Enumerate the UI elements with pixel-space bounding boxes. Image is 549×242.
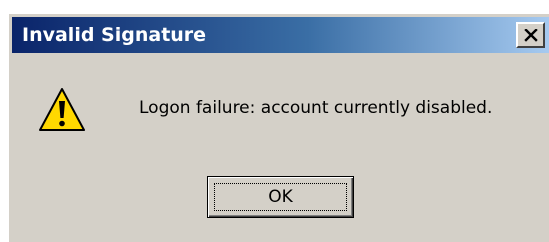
close-button[interactable] <box>516 22 545 48</box>
ok-button[interactable]: OK <box>207 176 354 218</box>
title-bar[interactable]: Invalid Signature <box>12 17 549 53</box>
error-message: Logon failure: account currently disable… <box>139 98 493 118</box>
error-dialog: Invalid Signature Logon failure: account… <box>8 13 549 242</box>
ok-button-label: OK <box>214 183 347 211</box>
window-title: Invalid Signature <box>22 24 207 46</box>
close-icon <box>523 28 538 42</box>
warning-icon <box>39 88 85 131</box>
